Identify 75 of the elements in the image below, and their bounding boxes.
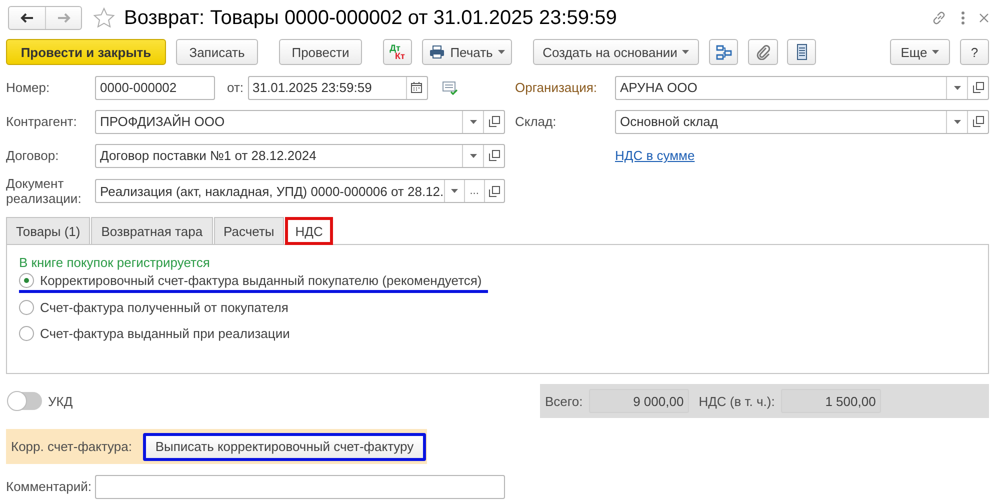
open-window-icon [488,116,500,127]
arrow-left-icon [20,13,34,23]
document-check-icon[interactable] [442,80,458,94]
comment-field[interactable] [95,474,505,498]
calendar-icon [411,82,422,93]
radio-button[interactable] [19,326,34,341]
debit-credit-icon: Дт Кт [390,44,406,60]
arrow-right-icon [56,13,70,23]
tab[interactable]: НДС [285,217,333,245]
printer-icon [429,45,446,59]
radio-option[interactable]: Корректировочный счет-фактура выданный покупателю (рекомендуется) [19,270,488,293]
radio-button[interactable] [19,300,34,315]
caret-icon [498,50,505,54]
total-label: Всего: [545,394,583,408]
field-label: Склад: [515,114,558,129]
star-icon[interactable] [93,7,115,29]
vat-link[interactable]: НДС в сумме [615,148,695,163]
field-label: Документ реализации: [6,176,82,206]
caret-icon [470,154,476,158]
select-field[interactable]: Договор поставки №1 от 28.12.2024 [95,144,505,168]
open-window-icon [488,150,500,161]
create-based-on-button[interactable]: Создать на основании [533,39,699,65]
tab[interactable]: Расчеты [214,217,284,244]
attachments-button[interactable] [748,39,778,65]
total-label: НДС (в т. ч.): [698,394,775,408]
toolbar-button[interactable]: Провести [279,39,362,65]
post-and-close-button[interactable]: Провести и закрыть [6,39,166,65]
radio-option[interactable]: Счет-фактура выданный при реализации [19,322,290,348]
field-label: Организация: [515,80,598,95]
tab[interactable]: Товары (1) [6,217,90,244]
issue-correction-button[interactable]: Выписать корректировочный счет-фактуру [142,432,426,460]
list-icon [796,44,806,60]
more-menu-button[interactable]: Еще [890,39,950,65]
open-window-icon [972,116,984,127]
caret-icon [954,120,960,124]
radio-button[interactable] [19,272,34,288]
open-window-icon [488,186,500,196]
caret-icon [682,50,690,54]
field-label: Договор: [6,148,60,163]
field-label: Корр. счет-фактура: [11,439,132,454]
structure-button[interactable] [709,39,738,65]
select-field[interactable]: ПРОФДИЗАЙН ООО [95,110,505,134]
window-title: Возврат: Товары 0000-000002 от 31.01.2025 23:59:59 [124,6,617,30]
tab[interactable]: Возвратная тара [91,217,213,244]
caret-icon [954,86,960,90]
print-menu-button[interactable]: Печать [422,39,512,65]
debit-credit-button[interactable]: Дт Кт [383,39,412,65]
field-label: Контрагент: [6,114,78,129]
radio-option[interactable]: Счет-фактура полученный от покупателя [19,296,288,322]
toggle-label: УКД [48,394,73,408]
toolbar-button[interactable]: Записать [176,39,258,65]
list-button[interactable] [787,39,816,65]
select-field[interactable]: АРУНА ООО [615,76,989,100]
field-label: Комментарий: [6,479,92,494]
select-field[interactable]: Реализация (акт, накладная, УПД) 0000-000006 от 28.12. ... [95,179,505,203]
caret-icon [450,189,458,193]
section-heading: В книге покупок регистрируется [19,255,211,270]
close-icon[interactable] [979,13,989,23]
structure-icon [716,44,732,60]
number-field[interactable]: 0000-000002 [95,76,215,100]
toggle-switch[interactable] [8,392,42,410]
field-label: от: [227,80,244,95]
link-icon[interactable] [931,10,947,26]
paperclip-icon [756,44,770,60]
total-value: 9 000,00 [588,389,689,413]
caret-icon [932,50,940,54]
help-button[interactable]: ? [960,39,989,65]
caret-icon [470,120,476,124]
more-icon[interactable] [961,11,965,25]
field-label: Номер: [6,80,51,95]
date-field[interactable]: 31.01.2025 23:59:59 [248,76,428,100]
choose-button[interactable]: ... [464,180,484,202]
select-field[interactable]: Основной склад [615,110,989,134]
total-value: 1 500,00 [780,389,881,413]
open-window-icon [972,82,984,93]
